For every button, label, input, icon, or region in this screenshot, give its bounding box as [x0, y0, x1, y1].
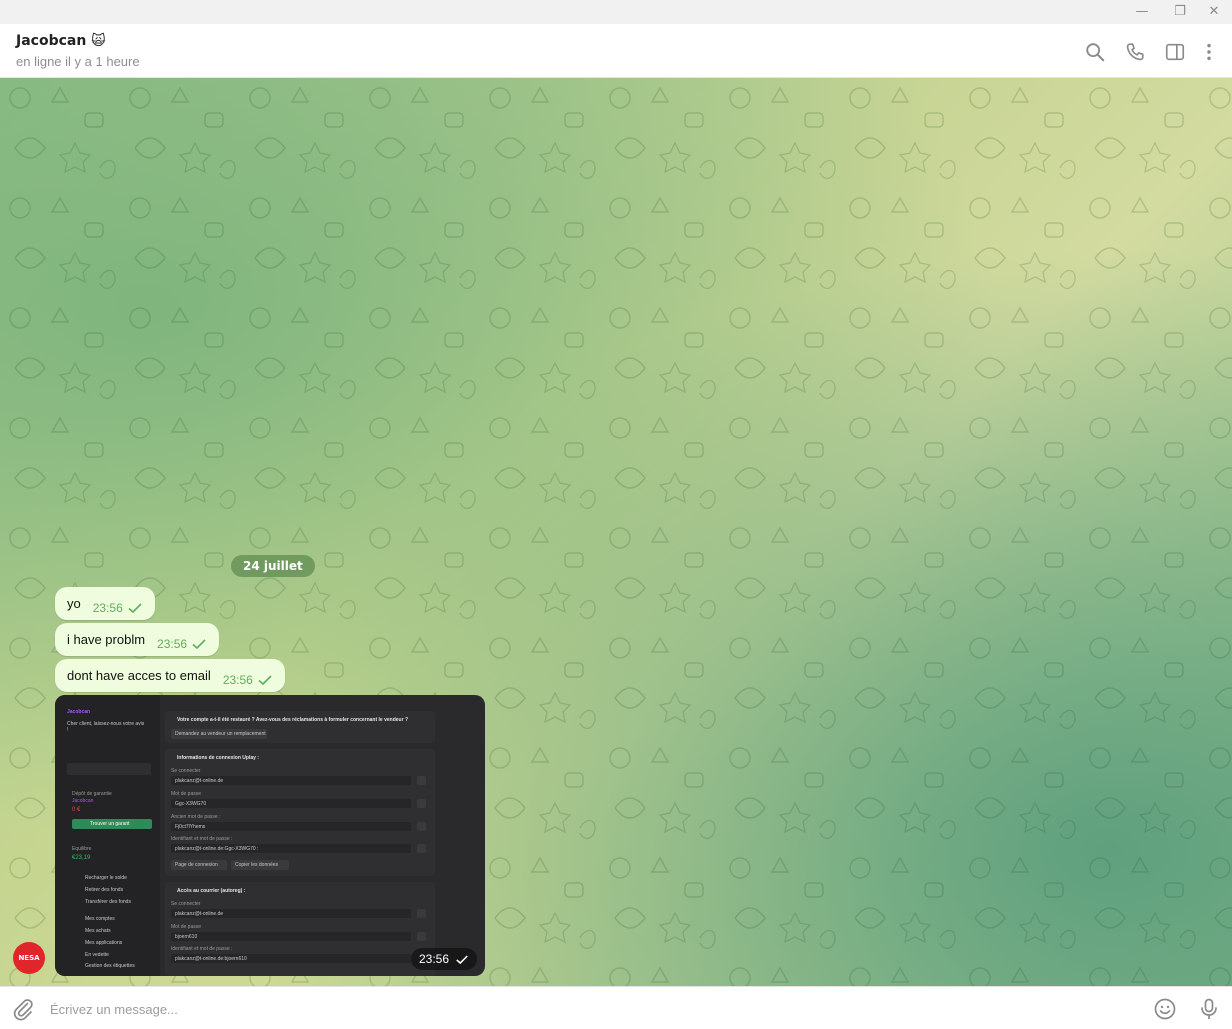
mail-id-label: Identifiant et mot de passe :	[171, 946, 233, 952]
login-page-button: Page de connexion	[171, 860, 227, 870]
chat-title[interactable]: Jacobcan 🙀	[16, 33, 106, 49]
phone-icon[interactable]	[1124, 41, 1146, 63]
escrow-label: Dépôt de garantie	[72, 791, 112, 797]
ask-replacement-button: Demandez au vendeur un remplacement	[171, 729, 267, 739]
chat-area[interactable]: 24 juillet yo 23:56 i have problm 23:56 …	[0, 78, 1232, 986]
restored-question: Votre compte a-t-il été restauré ? Avez-…	[177, 717, 408, 723]
mail-password-label: Mot de passe	[171, 924, 202, 930]
old-password-value: Fj0ct7lYhems	[175, 824, 206, 830]
balance-label: Equilibre	[72, 846, 92, 852]
mail-id-value: plakcanz@t-online.de:bjoern610	[175, 956, 247, 962]
read-check-icon	[258, 674, 272, 685]
old-password-label: Ancien mot de passe :	[171, 814, 221, 820]
message-time: 23:56	[157, 636, 188, 651]
paperclip-icon[interactable]	[11, 997, 35, 1021]
menu-item: En vedette	[85, 952, 109, 958]
menu-item: Transférer des fonds	[85, 899, 131, 905]
restore-icon[interactable]: ❐	[1162, 0, 1198, 24]
read-check-icon	[128, 602, 142, 613]
mail-password-value: bjoern610	[175, 934, 198, 940]
password-value: Ggc-X3WG70	[175, 801, 207, 807]
seller-name: Jacobcan	[67, 709, 91, 715]
copy-icon	[417, 799, 426, 808]
read-check-icon	[192, 638, 206, 649]
mail-id-field: plakcanz@t-online.de:bjoern610	[171, 954, 411, 963]
search-icon[interactable]	[1084, 41, 1106, 63]
copy-icon	[417, 776, 426, 785]
mail-login-field: plakcanz@t-online.de	[171, 909, 411, 918]
login-label: Se connecter	[171, 768, 201, 774]
escrow-amount: 0 €	[72, 807, 81, 813]
old-password-field: Fj0ct7lYhems	[171, 822, 411, 831]
menu-item: Recharger le solde	[85, 875, 127, 881]
mail-section-title: Accès au courrier (autoreg) :	[177, 888, 246, 894]
chat-header: Jacobcan 🙀 en ligne il y a 1 heure	[0, 24, 1232, 78]
message-text: i have problm	[67, 632, 146, 647]
message-composer	[0, 986, 1232, 1029]
mail-panel: Accès au courrier (autoreg) : Se connect…	[165, 882, 435, 976]
telegram-button	[67, 763, 151, 775]
image-time-badge: 23:56	[410, 948, 477, 970]
read-check-icon	[456, 954, 468, 964]
restore-panel: Votre compte a-t-il été restauré ? Avez-…	[165, 711, 435, 743]
message-time: 23:56	[418, 952, 449, 966]
copy-data-label: Copier les données	[235, 862, 279, 868]
login-field: plakcanz@t-online.de	[171, 776, 411, 785]
emoji-icon[interactable]	[1153, 997, 1177, 1021]
sidebar-toggle-icon[interactable]	[1164, 41, 1186, 63]
copy-icon	[417, 844, 426, 853]
message-time: 23:56	[222, 672, 253, 687]
id-label: Identifiant et mot de passe :	[171, 836, 233, 842]
avatar[interactable]: NESA	[13, 942, 45, 974]
login-page-label: Page de connexion	[175, 862, 218, 868]
login-section-title: Informations de connexion Uplay :	[177, 755, 259, 761]
copy-icon	[417, 932, 426, 941]
minimize-icon[interactable]: —	[1124, 0, 1160, 24]
window-titlebar: — ❐ ✕	[0, 0, 1232, 24]
screenshot-sidebar: Jacobcan Cher client, laissez-nous votre…	[55, 695, 160, 976]
menu-item: Retirer des fonds	[85, 887, 124, 893]
date-separator: 24 juillet	[231, 555, 315, 577]
more-vertical-icon[interactable]	[1198, 41, 1220, 63]
id-field: plakcanz@t-online.de:Ggc-X3WG70 :	[171, 844, 411, 853]
find-guarantor-button: Trouver un garant	[72, 819, 152, 829]
password-label: Mot de passe	[171, 791, 202, 797]
balance-value: €23,19	[72, 855, 91, 861]
ask-replacement-label: Demandez au vendeur un remplacement	[175, 731, 266, 737]
image-message[interactable]: Jacobcan Cher client, laissez-nous votre…	[55, 695, 485, 976]
microphone-icon[interactable]	[1197, 997, 1221, 1021]
mail-login-value: plakcanz@t-online.de	[175, 911, 224, 917]
menu-item: Mes achats	[85, 928, 111, 934]
password-field: Ggc-X3WG70	[171, 799, 411, 808]
chat-status: en ligne il y a 1 heure	[16, 54, 140, 69]
message-bubble[interactable]: yo 23:56	[55, 587, 155, 620]
greeting: Cher client, laissez-nous votre avis !	[67, 721, 145, 733]
menu-item: Gestion des étiquettes	[85, 963, 135, 969]
screenshot-main: Votre compte a-t-il été restauré ? Avez-…	[163, 695, 485, 976]
message-input[interactable]	[48, 997, 1112, 1021]
copy-icon	[417, 909, 426, 918]
login-value: plakcanz@t-online.de	[175, 778, 224, 784]
escrow-user: Jacobcan	[72, 798, 94, 804]
id-value: plakcanz@t-online.de:Ggc-X3WG70 :	[175, 846, 259, 852]
menu-item: Mes comptes	[85, 916, 115, 922]
message-text: dont have acces to email	[67, 668, 211, 683]
menu-item: Mes applications	[85, 940, 123, 946]
copy-icon	[417, 822, 426, 831]
login-panel: Informations de connexion Uplay : Se con…	[165, 749, 435, 876]
close-icon[interactable]: ✕	[1196, 0, 1232, 24]
message-time: 23:56	[92, 600, 123, 615]
message-bubble[interactable]: i have problm 23:56	[55, 623, 220, 656]
copy-data-button: Copier les données	[231, 860, 289, 870]
find-guarantor-label: Trouver un garant	[90, 821, 130, 827]
mail-password-field: bjoern610	[171, 932, 411, 941]
message-text: yo	[67, 596, 81, 611]
mail-login-label: Se connecter	[171, 901, 201, 907]
message-bubble[interactable]: dont have acces to email 23:56	[55, 659, 285, 692]
